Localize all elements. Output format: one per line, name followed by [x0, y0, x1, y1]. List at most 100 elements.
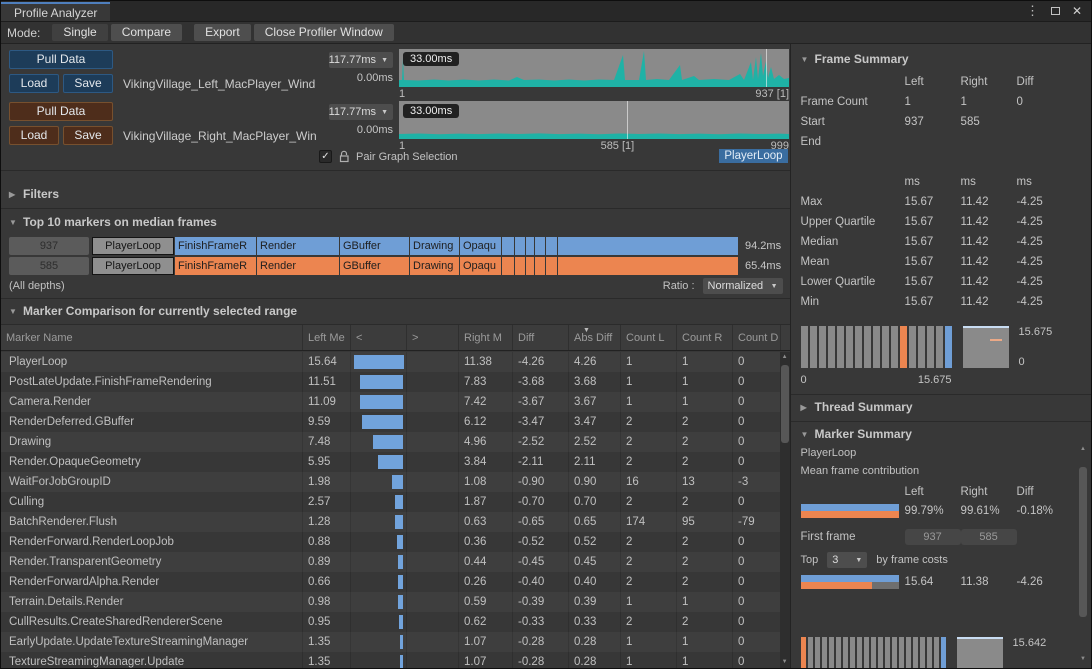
filters-section-header[interactable]: ▶ Filters	[9, 187, 59, 201]
frame-histogram-bars	[801, 326, 952, 368]
top10-segment-gbuffer[interactable]: GBuffer	[340, 257, 409, 275]
table-row[interactable]: WaitForJobGroupID1.981.08-0.900.901613-3	[1, 472, 780, 492]
column-header-left-me[interactable]: Left Me	[303, 325, 351, 350]
top10-segment[interactable]	[558, 257, 738, 275]
column-header--[interactable]: <	[351, 325, 407, 350]
histogram-bar	[899, 637, 904, 668]
first-frame-left-button[interactable]: 937	[905, 529, 961, 545]
table-row[interactable]: Culling2.571.87-0.700.70220	[1, 492, 780, 512]
top10-segment[interactable]	[546, 237, 557, 255]
thread-summary-header[interactable]: ▶ Thread Summary	[801, 400, 1087, 414]
table-row[interactable]: Render.TransparentGeometry0.890.44-0.450…	[1, 552, 780, 572]
top10-segment[interactable]	[558, 237, 738, 255]
right-scale-dropdown[interactable]: 117.77ms▼	[329, 104, 393, 120]
column-header-count-l[interactable]: Count L	[621, 325, 677, 350]
top10-segment-finishframer[interactable]: FinishFrameR	[175, 237, 256, 255]
maximize-icon[interactable]	[1051, 7, 1060, 15]
summary-scrollbar[interactable]: ▲ ▼	[1078, 444, 1088, 665]
column-header-right-m[interactable]: Right M	[459, 325, 513, 350]
top10-segment[interactable]	[535, 257, 545, 275]
table-row[interactable]: Camera.Render11.097.42-3.673.67110	[1, 392, 780, 412]
unlock-icon[interactable]	[338, 150, 350, 163]
chevron-down-icon: ▼	[771, 283, 778, 290]
left-scale-dropdown[interactable]: 117.77ms▼	[329, 52, 393, 68]
column-header--[interactable]: >	[407, 325, 459, 350]
frame-index-button[interactable]: 585	[9, 257, 89, 275]
table-row[interactable]: Terrain.Details.Render0.980.59-0.390.391…	[1, 592, 780, 612]
close-profiler-window-button[interactable]: Close Profiler Window	[254, 24, 394, 41]
save-right-button[interactable]: Save	[63, 126, 113, 145]
scroll-down-icon[interactable]: ▼	[1078, 654, 1088, 665]
load-left-button[interactable]: Load	[9, 74, 59, 93]
column-header-marker-name[interactable]: Marker Name	[1, 325, 303, 350]
box-plot-median-dash	[990, 339, 1002, 341]
table-row[interactable]: TextureStreamingManager.Update1.351.07-0…	[1, 652, 780, 668]
summary-label: Frame Count	[801, 96, 905, 108]
right-frame-graph[interactable]: 33.00ms	[399, 101, 789, 139]
comparison-section-header[interactable]: ▼ Marker Comparison for currently select…	[9, 304, 297, 318]
marker-summary-header[interactable]: ▼ Marker Summary	[801, 427, 1087, 441]
selected-marker-chip[interactable]: PlayerLoop	[719, 149, 787, 163]
first-frame-right-button[interactable]: 585	[961, 529, 1017, 545]
save-left-button[interactable]: Save	[63, 74, 113, 93]
more-menu-icon[interactable]: ⋮	[1026, 6, 1039, 16]
top10-segment[interactable]	[515, 237, 525, 255]
scroll-up-icon[interactable]: ▲	[1078, 444, 1088, 455]
top10-segment-opaqu[interactable]: Opaqu	[460, 257, 501, 275]
top10-segment[interactable]	[535, 237, 545, 255]
summary-scrollbar-thumb[interactable]	[1079, 467, 1087, 617]
column-header-diff[interactable]: Diff	[513, 325, 569, 350]
top10-segment[interactable]	[502, 257, 514, 275]
top10-segment-playerloop[interactable]: PlayerLoop	[92, 257, 174, 275]
top10-segment-render[interactable]: Render	[257, 257, 339, 275]
table-row[interactable]: RenderDeferred.GBuffer9.596.12-3.473.472…	[1, 412, 780, 432]
load-right-button[interactable]: Load	[9, 126, 59, 145]
top10-segment-opaqu[interactable]: Opaqu	[460, 237, 501, 255]
frame-index-button[interactable]: 937	[9, 237, 89, 255]
top10-segment[interactable]	[526, 257, 534, 275]
table-row[interactable]: CullResults.CreateSharedRendererScene0.9…	[1, 612, 780, 632]
top10-segment-gbuffer[interactable]: GBuffer	[340, 237, 409, 255]
scroll-down-icon[interactable]: ▼	[780, 657, 790, 668]
top10-segment-playerloop[interactable]: PlayerLoop	[92, 237, 174, 255]
top10-section-header[interactable]: ▼ Top 10 markers on median frames	[9, 215, 217, 229]
table-scrollbar[interactable]: ▲ ▼	[780, 352, 790, 668]
left-frame-graph[interactable]: 33.00ms	[399, 49, 789, 87]
table-row[interactable]: PlayerLoop15.6411.38-4.264.26110	[1, 352, 780, 372]
table-scrollbar-thumb[interactable]	[781, 365, 789, 443]
pull-data-left-button[interactable]: Pull Data	[9, 50, 113, 69]
top10-segment-render[interactable]: Render	[257, 237, 339, 255]
frame-summary-header[interactable]: ▼ Frame Summary	[801, 52, 1087, 66]
top10-segment-finishframer[interactable]: FinishFrameR	[175, 257, 256, 275]
cell: 0.88	[303, 532, 351, 552]
table-row[interactable]: RenderForwardAlpha.Render0.660.26-0.400.…	[1, 572, 780, 592]
table-row[interactable]: Render.OpaqueGeometry5.953.84-2.112.1122…	[1, 452, 780, 472]
tab-profile-analyzer[interactable]: Profile Analyzer	[1, 2, 110, 21]
ratio-dropdown[interactable]: Normalized▼	[703, 278, 783, 294]
top10-segment-drawing[interactable]: Drawing	[410, 237, 459, 255]
column-header-count-d[interactable]: Count D	[733, 325, 781, 350]
top-count-dropdown[interactable]: 3▼	[827, 552, 867, 568]
top10-segment[interactable]	[515, 257, 525, 275]
mode-single-button[interactable]: Single	[52, 24, 107, 41]
cell: 0	[733, 452, 780, 472]
top10-segment[interactable]	[502, 237, 514, 255]
table-row[interactable]: BatchRenderer.Flush1.280.63-0.650.651749…	[1, 512, 780, 532]
top10-segment[interactable]	[526, 237, 534, 255]
top10-segment-drawing[interactable]: Drawing	[410, 257, 459, 275]
pull-data-right-button[interactable]: Pull Data	[9, 102, 113, 121]
scroll-up-icon[interactable]: ▲	[780, 352, 790, 363]
table-row[interactable]: EarlyUpdate.UpdateTextureStreamingManage…	[1, 632, 780, 652]
top10-segment[interactable]	[546, 257, 557, 275]
table-scrollbar-track[interactable]	[780, 363, 790, 657]
table-row[interactable]: Drawing7.484.96-2.522.52220	[1, 432, 780, 452]
mode-compare-button[interactable]: Compare	[111, 24, 182, 41]
column-header-count-r[interactable]: Count R	[677, 325, 733, 350]
table-row[interactable]: RenderForward.RenderLoopJob0.880.36-0.52…	[1, 532, 780, 552]
column-header-abs-diff[interactable]: Abs Diff▼	[569, 325, 621, 350]
table-row[interactable]: PostLateUpdate.FinishFrameRendering11.51…	[1, 372, 780, 392]
summary-scrollbar-track[interactable]	[1078, 455, 1088, 654]
close-icon[interactable]: ✕	[1072, 6, 1082, 16]
export-button[interactable]: Export	[194, 24, 251, 41]
pair-selection-checkbox[interactable]: ✓	[319, 150, 332, 163]
